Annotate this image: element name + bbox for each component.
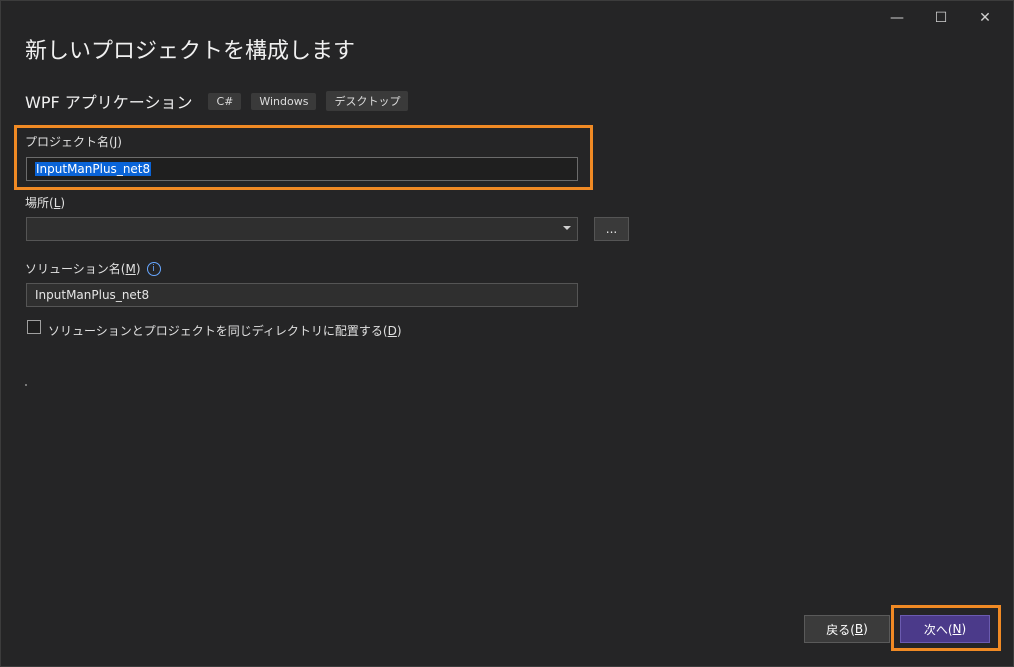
next-button-suffix: ) bbox=[961, 622, 967, 636]
close-button[interactable]: ✕ bbox=[963, 7, 1007, 29]
location-label-suffix: ) bbox=[60, 196, 66, 210]
browse-button[interactable]: ... bbox=[594, 217, 629, 241]
same-directory-label-text: ソリューションとプロジェクトを同じディレクトリに配置する( bbox=[48, 324, 388, 338]
location-combobox[interactable] bbox=[26, 217, 578, 241]
configure-project-window: — ☐ ✕ 新しいプロジェクトを構成します WPF アプリケーション C# Wi… bbox=[0, 0, 1014, 667]
project-name-label-suffix: ) bbox=[117, 135, 122, 149]
back-button-label: 戻る( bbox=[826, 622, 855, 637]
next-button[interactable]: 次へ(N) bbox=[900, 615, 990, 643]
back-button-suffix: ) bbox=[863, 622, 868, 636]
project-name-label: プロジェクト名(J) bbox=[25, 133, 122, 150]
tag-platform: Windows bbox=[251, 92, 317, 110]
location-label: 場所(L) bbox=[25, 194, 65, 211]
project-name-label-text: プロジェクト名( bbox=[25, 135, 114, 149]
tag-language: C# bbox=[208, 92, 242, 110]
solution-name-label: ソリューション名(M) i bbox=[25, 260, 161, 277]
template-info: WPF アプリケーション C# Windows デスクトップ bbox=[25, 89, 418, 113]
page-title: 新しいプロジェクトを構成します bbox=[25, 39, 356, 64]
window-controls: — ☐ ✕ bbox=[875, 7, 1007, 29]
chevron-down-icon[interactable] bbox=[563, 226, 571, 230]
same-directory-label-suffix: ) bbox=[396, 324, 402, 338]
same-directory-checkbox[interactable] bbox=[27, 320, 41, 334]
tag-project-type: デスクトップ bbox=[326, 91, 409, 111]
solution-name-label-suffix: ) bbox=[135, 261, 141, 276]
minimize-button[interactable]: — bbox=[875, 7, 919, 29]
next-button-mnemonic: N bbox=[952, 622, 962, 636]
solution-name-mnemonic: M bbox=[125, 261, 136, 276]
same-directory-mnemonic: D bbox=[387, 324, 397, 338]
template-name: WPF アプリケーション bbox=[25, 93, 193, 112]
project-name-value: InputManPlus_net8 bbox=[35, 162, 152, 176]
info-icon[interactable]: i bbox=[146, 261, 161, 276]
divider-dot bbox=[25, 384, 27, 386]
browse-button-label: ... bbox=[605, 222, 618, 236]
maximize-button[interactable]: ☐ bbox=[919, 7, 963, 29]
back-button-mnemonic: B bbox=[854, 622, 864, 636]
next-button-label: 次へ( bbox=[923, 622, 953, 637]
same-directory-label[interactable]: ソリューションとプロジェクトを同じディレクトリに配置する(D) bbox=[48, 322, 402, 339]
project-name-input[interactable]: InputManPlus_net8 bbox=[26, 157, 578, 181]
solution-name-value: InputManPlus_net8 bbox=[35, 288, 150, 302]
solution-name-label-text: ソリューション名( bbox=[25, 262, 126, 276]
back-button[interactable]: 戻る(B) bbox=[804, 615, 890, 643]
solution-name-input[interactable]: InputManPlus_net8 bbox=[26, 283, 578, 307]
location-label-text: 場所( bbox=[25, 196, 54, 210]
